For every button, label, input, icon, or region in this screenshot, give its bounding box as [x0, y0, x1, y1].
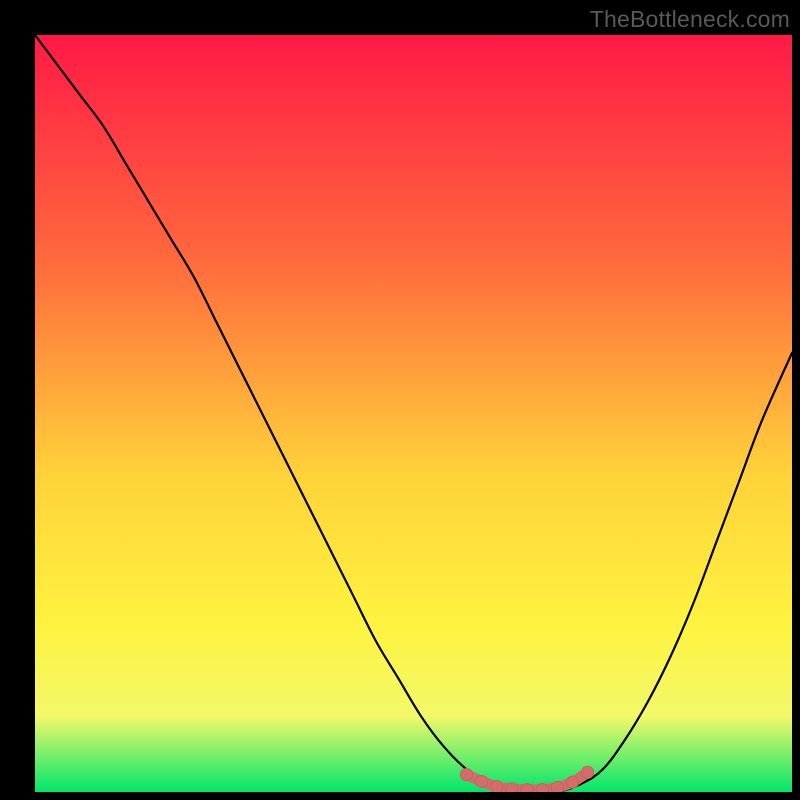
marker-dot: [460, 768, 472, 780]
marker-dot: [566, 776, 578, 788]
marker-dot: [506, 783, 518, 792]
chart-frame: [34, 34, 793, 793]
marker-dot: [521, 784, 533, 792]
marker-dot: [551, 781, 563, 792]
marker-dot: [475, 775, 487, 787]
marker-dot: [536, 784, 548, 792]
marker-dot: [491, 781, 503, 792]
marker-dots-group: [460, 766, 593, 792]
marker-dot: [581, 766, 593, 778]
watermark-text: TheBottleneck.com: [590, 6, 790, 33]
chart-marker-layer: [35, 35, 792, 792]
